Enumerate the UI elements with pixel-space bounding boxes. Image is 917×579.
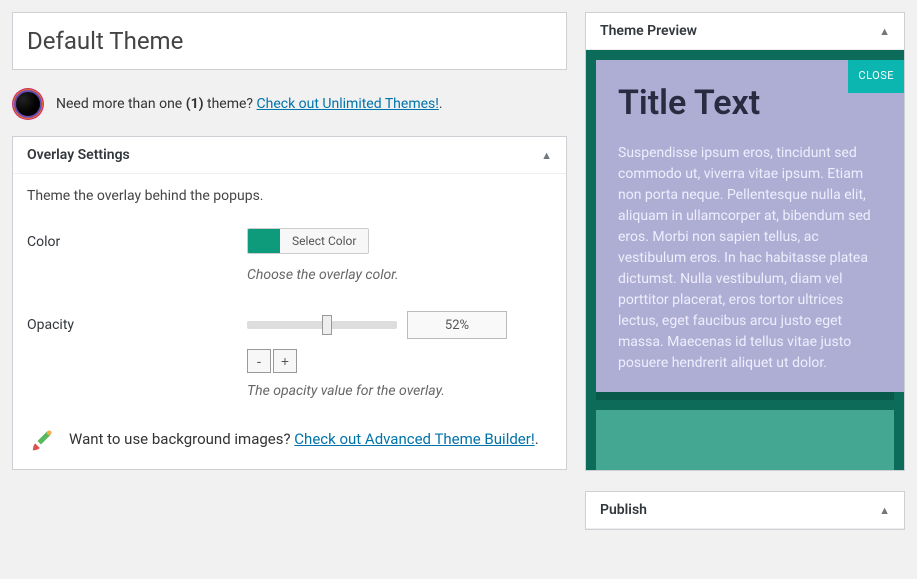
select-color-button[interactable]: Select Color — [247, 228, 369, 254]
opacity-inc-button[interactable]: + — [273, 349, 297, 373]
yarn-icon — [14, 90, 42, 118]
opacity-stepper: - + — [247, 349, 552, 373]
page-title-panel: Default Theme — [12, 12, 567, 70]
overlay-settings-panel: Overlay Settings ▲ Theme the overlay beh… — [12, 136, 567, 470]
chevron-up-icon: ▲ — [541, 149, 552, 162]
preview-popup: CLOSE Title Text Suspendisse ipsum eros,… — [596, 60, 904, 392]
overlay-settings-header[interactable]: Overlay Settings ▲ — [13, 137, 566, 174]
unlimited-themes-link[interactable]: Check out Unlimited Themes! — [257, 96, 439, 112]
upsell-note: Need more than one (1) theme? Check out … — [12, 90, 567, 118]
overlay-settings-title: Overlay Settings — [27, 147, 130, 163]
advanced-theme-builder-link[interactable]: Check out Advanced Theme Builder! — [294, 430, 534, 448]
color-swatch — [248, 229, 280, 253]
opacity-slider[interactable] — [247, 321, 397, 329]
color-label: Color — [27, 228, 247, 250]
color-hint: Choose the overlay color. — [247, 267, 552, 283]
slider-thumb-icon[interactable] — [322, 315, 332, 335]
preview-sub-bar — [596, 410, 894, 470]
opacity-hint: The opacity value for the overlay. — [247, 383, 552, 399]
theme-preview-header[interactable]: Theme Preview ▲ — [586, 13, 904, 50]
popup-title: Title Text — [618, 78, 882, 129]
publish-panel: Publish ▲ — [585, 491, 905, 530]
bg-images-note: Want to use background images? Check out… — [27, 427, 552, 455]
color-field: Color Select Color Choose the overlay co… — [27, 228, 552, 283]
publish-header[interactable]: Publish ▲ — [586, 492, 904, 529]
publish-title: Publish — [600, 502, 647, 518]
popup-body: Suspendisse ipsum eros, tincidunt sed co… — [618, 143, 882, 374]
page-title: Default Theme — [27, 27, 183, 55]
preview-area: CLOSE Title Text Suspendisse ipsum eros,… — [586, 50, 904, 470]
preview-divider — [596, 392, 894, 400]
overlay-description: Theme the overlay behind the popups. — [27, 188, 552, 204]
opacity-dec-button[interactable]: - — [247, 349, 271, 373]
opacity-field: Opacity 52% - + The opacity value fo — [27, 311, 552, 399]
chevron-up-icon: ▲ — [879, 25, 890, 38]
theme-preview-panel: Theme Preview ▲ CLOSE Title Text Suspend… — [585, 12, 905, 471]
paintbrush-icon — [27, 427, 55, 455]
chevron-up-icon: ▲ — [879, 504, 890, 517]
opacity-readout: 52% — [407, 311, 507, 339]
opacity-label: Opacity — [27, 311, 247, 333]
close-button[interactable]: CLOSE — [848, 60, 904, 93]
theme-preview-title: Theme Preview — [600, 23, 697, 39]
